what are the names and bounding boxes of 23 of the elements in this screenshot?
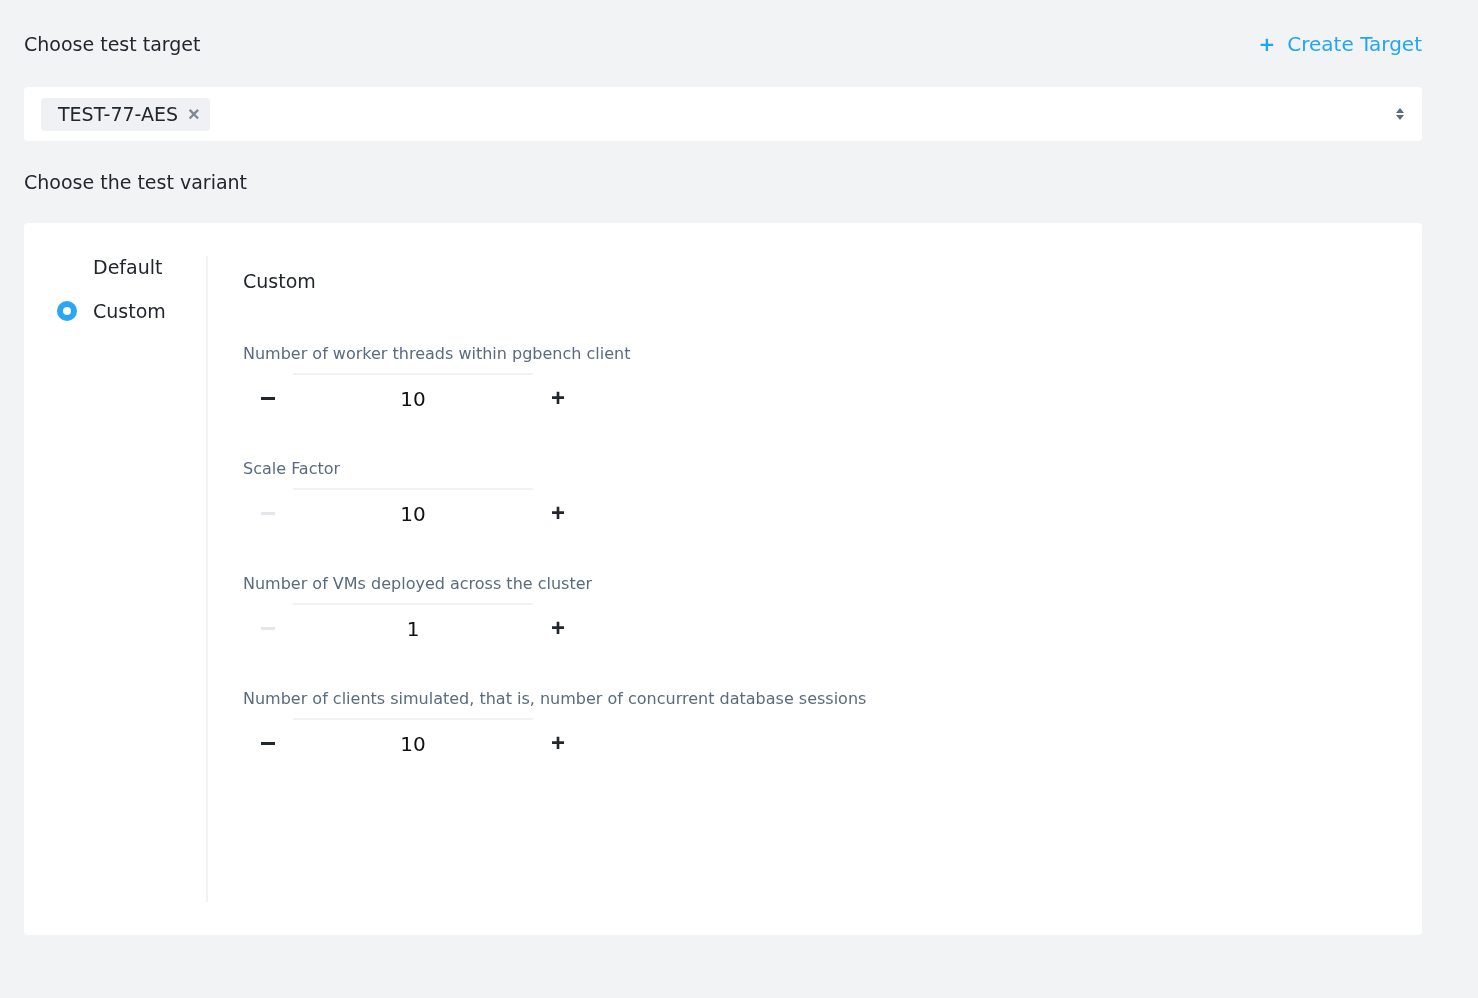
field-label: Scale Factor	[243, 459, 342, 478]
increment-button[interactable]: +	[533, 718, 583, 768]
minus-icon	[261, 741, 275, 745]
target-select[interactable]: TEST-77-AES ×	[24, 87, 1422, 141]
increment-button[interactable]: +	[533, 373, 583, 423]
field-label: Number of clients simulated, that is, number of concurrent database sessions	[243, 689, 867, 708]
minus-icon	[261, 396, 275, 400]
variant-option[interactable]: Custom	[93, 300, 166, 322]
variant-option[interactable]: Default	[93, 256, 163, 278]
increment-button[interactable]: +	[533, 488, 583, 538]
number-field[interactable]: 10	[293, 373, 533, 423]
radio-button[interactable]	[57, 301, 77, 321]
panel-title: Custom	[243, 270, 317, 292]
field-label: Number of VMs deployed across the cluster	[243, 574, 594, 593]
tag-label: TEST-77-AES	[58, 103, 179, 125]
number-field[interactable]: 10	[293, 718, 533, 768]
number-field[interactable]: 1	[293, 603, 533, 653]
number-field[interactable]: 10	[293, 488, 533, 538]
section-title: Choose test target	[24, 33, 201, 55]
field-label: Number of worker threads within pgbench client	[243, 344, 632, 363]
increment-button[interactable]: +	[533, 603, 583, 653]
section-title: Choose the test variant	[24, 171, 249, 193]
sort-arrows-icon	[1396, 108, 1404, 120]
